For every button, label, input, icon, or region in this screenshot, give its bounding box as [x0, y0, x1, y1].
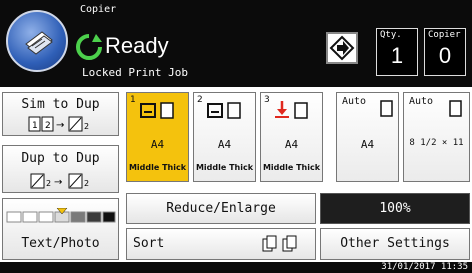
tray-1-button[interactable]: 1 A4 Middle Thick [126, 92, 189, 182]
qty-counter: Qty. 1 [376, 28, 418, 76]
copier-icon [25, 31, 53, 55]
svg-text:2: 2 [45, 121, 51, 131]
tray-number: 1 [130, 95, 136, 105]
tray-paper-size: A4 [360, 138, 375, 151]
auto-tray-letter-button[interactable]: Auto 8 1/2 × 11 [403, 92, 470, 182]
svg-text:→: → [54, 177, 62, 188]
copier-counter: Copier 0 [424, 28, 466, 76]
sort-button[interactable]: Sort [126, 228, 316, 260]
tray-number: 2 [197, 95, 203, 105]
qty-label: Qty. [380, 30, 402, 40]
paper-tray-alert-icon [275, 101, 308, 119]
ready-status-icon [76, 34, 102, 60]
dup-to-dup-label: Dup to Dup [21, 151, 100, 166]
sort-icon [262, 235, 297, 252]
qty-value: 1 [390, 43, 404, 68]
svg-text:→: → [56, 120, 64, 131]
tray-number: 3 [264, 95, 270, 105]
locked-print-job-text: Locked Print Job [82, 66, 188, 79]
home-button[interactable] [6, 10, 68, 72]
datetime-text: 31/01/2017 11:35 [381, 262, 468, 272]
copier-counter-label: Copier [428, 30, 461, 40]
auto-label: Auto [409, 96, 434, 107]
sim-to-dup-icon: 1 2 → 2 [28, 116, 89, 132]
status-bar: 31/01/2017 11:35 [0, 262, 472, 273]
job-arrow-icon [329, 35, 355, 61]
ratio-display-button[interactable]: 100% [320, 193, 470, 224]
sort-label: Sort [133, 236, 165, 251]
status-text: Ready [105, 33, 169, 58]
sim-to-dup-button[interactable]: Sim to Dup 1 2 → 2 [2, 92, 119, 136]
text-photo-button[interactable]: Text/Photo [2, 198, 119, 260]
ratio-value: 100% [379, 201, 411, 216]
svg-text:2: 2 [84, 122, 89, 131]
tray-paper-size: A4 [150, 138, 165, 151]
tray-paper-size: 8 1/2 × 11 [409, 138, 464, 148]
copier-counter-value: 0 [438, 43, 452, 68]
tray-paper-type: Middle Thick [128, 163, 187, 172]
svg-text:2: 2 [46, 179, 51, 188]
paper-icon [449, 100, 462, 117]
dup-to-dup-icon: 2 → 2 [30, 173, 89, 189]
density-scale-icon [6, 208, 116, 223]
mode-title: Copier [80, 4, 117, 15]
reduce-enlarge-button[interactable]: Reduce/Enlarge [126, 193, 316, 224]
auto-label: Auto [342, 96, 367, 107]
tray-2-button[interactable]: 2 A4 Middle Thick [193, 92, 256, 182]
tray-3-button[interactable]: 3 A4 Middle Thick [260, 92, 323, 182]
tray-paper-size: A4 [217, 138, 232, 151]
tray-paper-size: A4 [284, 138, 299, 151]
auto-tray-a4-button[interactable]: Auto A4 [336, 92, 399, 182]
svg-text:2: 2 [84, 179, 89, 188]
header-bar: Copier Ready Locked Print Job Qty. 1 Cop… [0, 0, 472, 87]
text-photo-label: Text/Photo [21, 236, 100, 251]
job-list-button[interactable] [326, 32, 358, 64]
other-settings-button[interactable]: Other Settings [320, 228, 470, 260]
tray-paper-type: Middle Thick [262, 163, 321, 172]
paper-tray-icon [207, 102, 241, 119]
svg-text:1: 1 [32, 121, 38, 131]
other-settings-label: Other Settings [340, 236, 450, 251]
paper-tray-icon [140, 102, 174, 119]
tray-paper-type: Middle Thick [195, 163, 254, 172]
dup-to-dup-button[interactable]: Dup to Dup 2 → 2 [2, 145, 119, 193]
paper-icon [380, 100, 393, 117]
reduce-enlarge-label: Reduce/Enlarge [166, 201, 276, 216]
sim-to-dup-label: Sim to Dup [21, 97, 100, 112]
